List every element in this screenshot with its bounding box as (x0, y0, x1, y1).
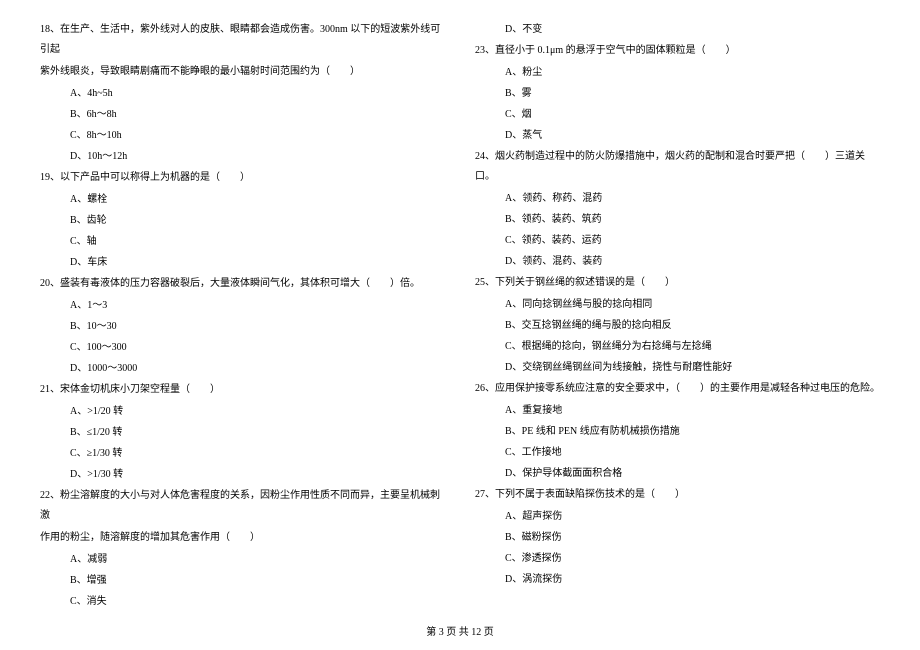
q25-option-c: C、根据绳的捻向，钢丝绳分为右捻绳与左捻绳 (475, 337, 880, 357)
q20-option-c: C、100～300 (40, 338, 445, 358)
q18-text-line2: 紫外线眼炎，导致眼睛剧痛而不能睁眼的最小辐射时间范围约为（ ） (40, 62, 445, 82)
q24-option-d: D、领药、混药、装药 (475, 252, 880, 272)
q25-option-a: A、同向捻钢丝绳与股的捻向相同 (475, 295, 880, 315)
q19-option-c: C、轴 (40, 232, 445, 252)
q26-option-d: D、保护导体截面面积合格 (475, 464, 880, 484)
q26-option-b: B、PE 线和 PEN 线应有防机械损伤措施 (475, 422, 880, 442)
q22-option-a: A、减弱 (40, 550, 445, 570)
q18-text-line1: 18、在生产、生活中，紫外线对人的皮肤、眼睛都会造成伤害。300nm 以下的短波… (40, 20, 445, 60)
q21-option-d: D、>1/30 转 (40, 465, 445, 485)
q26-option-c: C、工作接地 (475, 443, 880, 463)
q21-option-b: B、≤1/20 转 (40, 423, 445, 443)
q23-option-b: B、雾 (475, 84, 880, 104)
q21-option-c: C、≥1/30 转 (40, 444, 445, 464)
q19-option-a: A、螺栓 (40, 190, 445, 210)
q24-text: 24、烟火药制造过程中的防火防爆措施中，烟火药的配制和混合时要严把（ ）三道关口… (475, 147, 880, 187)
q18-option-b: B、6h～8h (40, 105, 445, 125)
q19-option-d: D、车床 (40, 253, 445, 273)
q24-option-b: B、领药、装药、筑药 (475, 210, 880, 230)
q27-option-a: A、超声探伤 (475, 507, 880, 527)
q18-option-a: A、4h~5h (40, 84, 445, 104)
q26-option-a: A、重复接地 (475, 401, 880, 421)
q21-text: 21、宋体金切机床小刀架空程量（ ） (40, 380, 445, 400)
q27-option-b: B、磁粉探伤 (475, 528, 880, 548)
q25-option-d: D、交绕钢丝绳钢丝间为线接触，挠性与耐磨性能好 (475, 358, 880, 378)
q20-text: 20、盛装有毒液体的压力容器破裂后，大量液体瞬间气化，其体积可增大（ ）倍。 (40, 274, 445, 294)
q25-text: 25、下列关于钢丝绳的叙述错误的是（ ） (475, 273, 880, 293)
q22-option-b: B、增强 (40, 571, 445, 591)
q20-option-a: A、1～3 (40, 296, 445, 316)
q19-option-b: B、齿轮 (40, 211, 445, 231)
q23-option-d: D、蒸气 (475, 126, 880, 146)
q24-option-c: C、领药、装药、运药 (475, 231, 880, 251)
page-footer: 第 3 页 共 12 页 (0, 623, 920, 638)
q27-option-c: C、渗透探伤 (475, 549, 880, 569)
q22-option-d: D、不变 (475, 20, 880, 40)
q24-option-a: A、领药、称药、混药 (475, 189, 880, 209)
q22-text-line2: 作用的粉尘，随溶解度的增加其危害作用（ ） (40, 528, 445, 548)
q18-option-d: D、10h～12h (40, 147, 445, 167)
q20-option-d: D、1000～3000 (40, 359, 445, 379)
q26-text: 26、应用保护接零系统应注意的安全要求中，（ ）的主要作用是减轻各种过电压的危险… (475, 379, 880, 399)
left-column: 18、在生产、生活中，紫外线对人的皮肤、眼睛都会造成伤害。300nm 以下的短波… (40, 20, 445, 613)
right-column: D、不变 23、直径小于 0.1μm 的悬浮于空气中的固体颗粒是（ ） A、粉尘… (475, 20, 880, 613)
q27-text: 27、下列不属于表面缺陷探伤技术的是（ ） (475, 485, 880, 505)
q22-text-line1: 22、粉尘溶解度的大小与对人体危害程度的关系，因粉尘作用性质不同而异，主要呈机械… (40, 486, 445, 526)
q27-option-d: D、涡流探伤 (475, 570, 880, 590)
content-area: 18、在生产、生活中，紫外线对人的皮肤、眼睛都会造成伤害。300nm 以下的短波… (40, 20, 880, 613)
q21-option-a: A、>1/20 转 (40, 402, 445, 422)
q23-option-c: C、烟 (475, 105, 880, 125)
q20-option-b: B、10～30 (40, 317, 445, 337)
q18-option-c: C、8h～10h (40, 126, 445, 146)
q22-option-c: C、消失 (40, 592, 445, 612)
q23-option-a: A、粉尘 (475, 63, 880, 83)
q19-text: 19、以下产品中可以称得上为机器的是（ ） (40, 168, 445, 188)
q25-option-b: B、交互捻钢丝绳的绳与股的捻向相反 (475, 316, 880, 336)
q23-text: 23、直径小于 0.1μm 的悬浮于空气中的固体颗粒是（ ） (475, 41, 880, 61)
